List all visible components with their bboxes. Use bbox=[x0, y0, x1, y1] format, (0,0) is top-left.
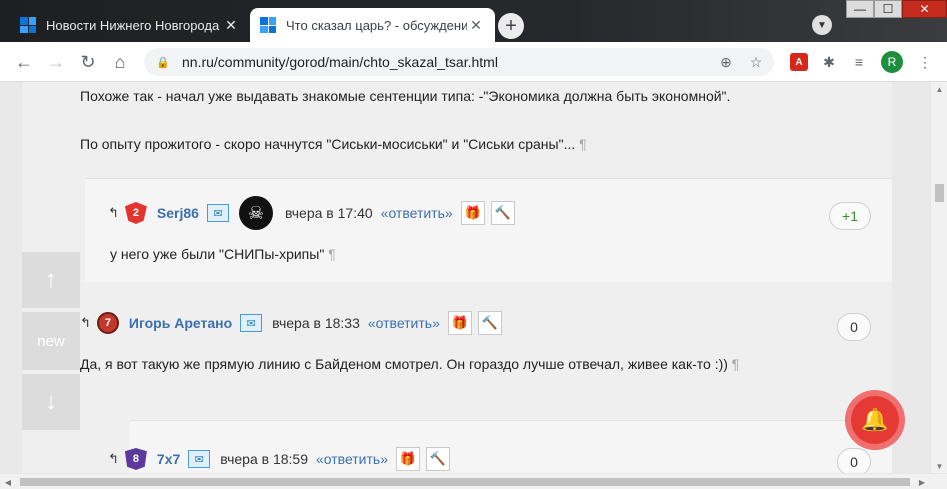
comment-meta: ↰ 2 Serj86 ✉ ☠ вчера в 17:40 «ответить» … bbox=[108, 196, 515, 230]
maximize-button[interactable]: ☐ bbox=[874, 0, 902, 18]
skull-avatar-icon[interactable]: ☠ bbox=[238, 196, 273, 230]
new-tab-button[interactable]: + bbox=[498, 13, 524, 39]
rank-badge-icon: 7 bbox=[96, 312, 119, 334]
vote-counter[interactable]: 0 bbox=[837, 448, 871, 473]
tab-title: Новости Нижнего Новгорода | Н bbox=[46, 17, 222, 33]
comment-time[interactable]: вчера в 17:40 bbox=[285, 205, 373, 221]
reply-link[interactable]: «ответить» bbox=[316, 451, 388, 467]
rank-badge-icon: 2 bbox=[124, 202, 147, 224]
pdf-extension-icon[interactable]: A bbox=[790, 53, 808, 71]
minimize-button[interactable]: — bbox=[846, 0, 874, 18]
scroll-right-arrow-icon[interactable]: ▶ bbox=[914, 474, 930, 489]
tab-search-icon[interactable]: ▼ bbox=[812, 15, 832, 35]
comment-time[interactable]: вчера в 18:59 bbox=[220, 451, 308, 467]
pilcrow-icon[interactable]: ¶ bbox=[732, 356, 740, 372]
comment-time[interactable]: вчера в 18:33 bbox=[272, 315, 360, 331]
close-tab-icon[interactable]: ✕ bbox=[222, 16, 240, 34]
rank-badge-icon: 8 bbox=[124, 448, 147, 470]
page-viewport: Похоже так - начал уже выдавать знакомые… bbox=[0, 82, 930, 473]
parent-arrow-icon[interactable]: ↰ bbox=[80, 315, 91, 331]
scroll-left-arrow-icon[interactable]: ◀ bbox=[0, 474, 16, 489]
zoom-icon[interactable]: ⊕ bbox=[716, 52, 736, 72]
gift-icon[interactable]: 🎁 bbox=[396, 447, 420, 471]
parent-arrow-icon[interactable]: ↰ bbox=[108, 451, 119, 467]
comment-text: Да, я вот такую же прямую линию с Байден… bbox=[80, 356, 740, 372]
reply-link[interactable]: «ответить» bbox=[381, 205, 453, 221]
browser-toolbar: ← → ↻ ⌂ 🔒 nn.ru/community/gorod/main/cht… bbox=[0, 42, 947, 82]
site-favicon-icon bbox=[260, 17, 276, 33]
hammer-icon[interactable]: 🔨 bbox=[490, 201, 515, 225]
parent-arrow-icon[interactable]: ↰ bbox=[108, 205, 119, 221]
vertical-scrollbar[interactable]: ▲ ▼ bbox=[930, 82, 947, 473]
back-icon[interactable]: ← bbox=[12, 50, 36, 74]
scroll-down-arrow-icon[interactable]: ▼ bbox=[931, 459, 947, 473]
forward-icon[interactable]: → bbox=[44, 50, 68, 74]
reload-icon[interactable]: ↻ bbox=[76, 50, 100, 74]
tab-news[interactable]: Новости Нижнего Новгорода | Н ✕ bbox=[10, 8, 250, 42]
horizontal-scroll-thumb[interactable] bbox=[20, 478, 910, 486]
comment-meta: ↰ 7 Игорь Аретано ✉ вчера в 18:33 «ответ… bbox=[80, 310, 502, 336]
address-bar[interactable]: 🔒 nn.ru/community/gorod/main/chto_skazal… bbox=[144, 48, 774, 76]
close-tab-icon[interactable]: ✕ bbox=[467, 16, 485, 34]
vote-counter[interactable]: +1 bbox=[829, 202, 871, 230]
home-icon[interactable]: ⌂ bbox=[108, 50, 132, 74]
next-new-comment-button[interactable]: new bbox=[22, 312, 80, 370]
url-text[interactable]: nn.ru/community/gorod/main/chto_skazal_t… bbox=[182, 54, 498, 70]
mail-icon[interactable]: ✉ bbox=[206, 204, 229, 222]
mail-icon[interactable]: ✉ bbox=[188, 450, 211, 468]
comment-author[interactable]: Serj86 bbox=[157, 205, 199, 221]
browser-titlebar: Новости Нижнего Новгорода | Н ✕ Что сказ… bbox=[0, 0, 947, 42]
lock-icon[interactable]: 🔒 bbox=[156, 55, 170, 69]
bell-icon: 🔔 bbox=[851, 396, 899, 444]
reply-link[interactable]: «ответить» bbox=[368, 315, 440, 331]
tab-discussion[interactable]: Что сказал царь? - обсуждение ✕ bbox=[250, 8, 495, 42]
vertical-scroll-thumb[interactable] bbox=[935, 184, 944, 202]
pilcrow-icon[interactable]: ¶ bbox=[328, 246, 336, 262]
pilcrow-icon[interactable]: ¶ bbox=[579, 136, 587, 152]
gift-icon[interactable]: 🎁 bbox=[447, 311, 472, 335]
extensions-puzzle-icon[interactable]: ✱ bbox=[818, 51, 840, 73]
post-line-2: По опыту прожитого - скоро начнутся "Сис… bbox=[80, 136, 587, 152]
comment-serj86 bbox=[85, 178, 892, 282]
bookmark-star-icon[interactable]: ☆ bbox=[746, 52, 766, 72]
post-line-1: Похоже так - начал уже выдавать знакомые… bbox=[80, 88, 731, 104]
comment-meta: ↰ 8 7x7 ✉ вчера в 18:59 «ответить» 🎁 🔨 bbox=[108, 446, 450, 472]
comment-author[interactable]: 7x7 bbox=[157, 451, 180, 467]
horizontal-scrollbar[interactable]: ◀ ▶ bbox=[0, 473, 947, 489]
scroll-down-button[interactable]: ↓ bbox=[22, 374, 80, 430]
mail-icon[interactable]: ✉ bbox=[240, 314, 263, 332]
gift-icon[interactable]: 🎁 bbox=[460, 201, 485, 225]
scroll-up-arrow-icon[interactable]: ▲ bbox=[931, 82, 947, 96]
scroll-up-button[interactable]: ↑ bbox=[22, 252, 80, 308]
site-favicon-icon bbox=[20, 17, 36, 33]
notification-bell-button[interactable]: 🔔 bbox=[845, 390, 905, 450]
comment-author[interactable]: Игорь Аретано bbox=[129, 315, 232, 331]
close-window-button[interactable]: ✕ bbox=[902, 0, 947, 18]
tab-title: Что сказал царь? - обсуждение bbox=[286, 17, 467, 33]
hammer-icon[interactable]: 🔨 bbox=[426, 447, 450, 471]
vote-counter[interactable]: 0 bbox=[837, 313, 871, 341]
media-control-icon[interactable]: ≡ bbox=[848, 51, 870, 73]
menu-kebab-icon[interactable]: ⋮ bbox=[914, 51, 936, 73]
comment-text: у него уже были "СНИПы-хрипы" ¶ bbox=[110, 246, 336, 262]
profile-avatar[interactable]: R bbox=[881, 51, 903, 73]
hammer-icon[interactable]: 🔨 bbox=[477, 311, 502, 335]
